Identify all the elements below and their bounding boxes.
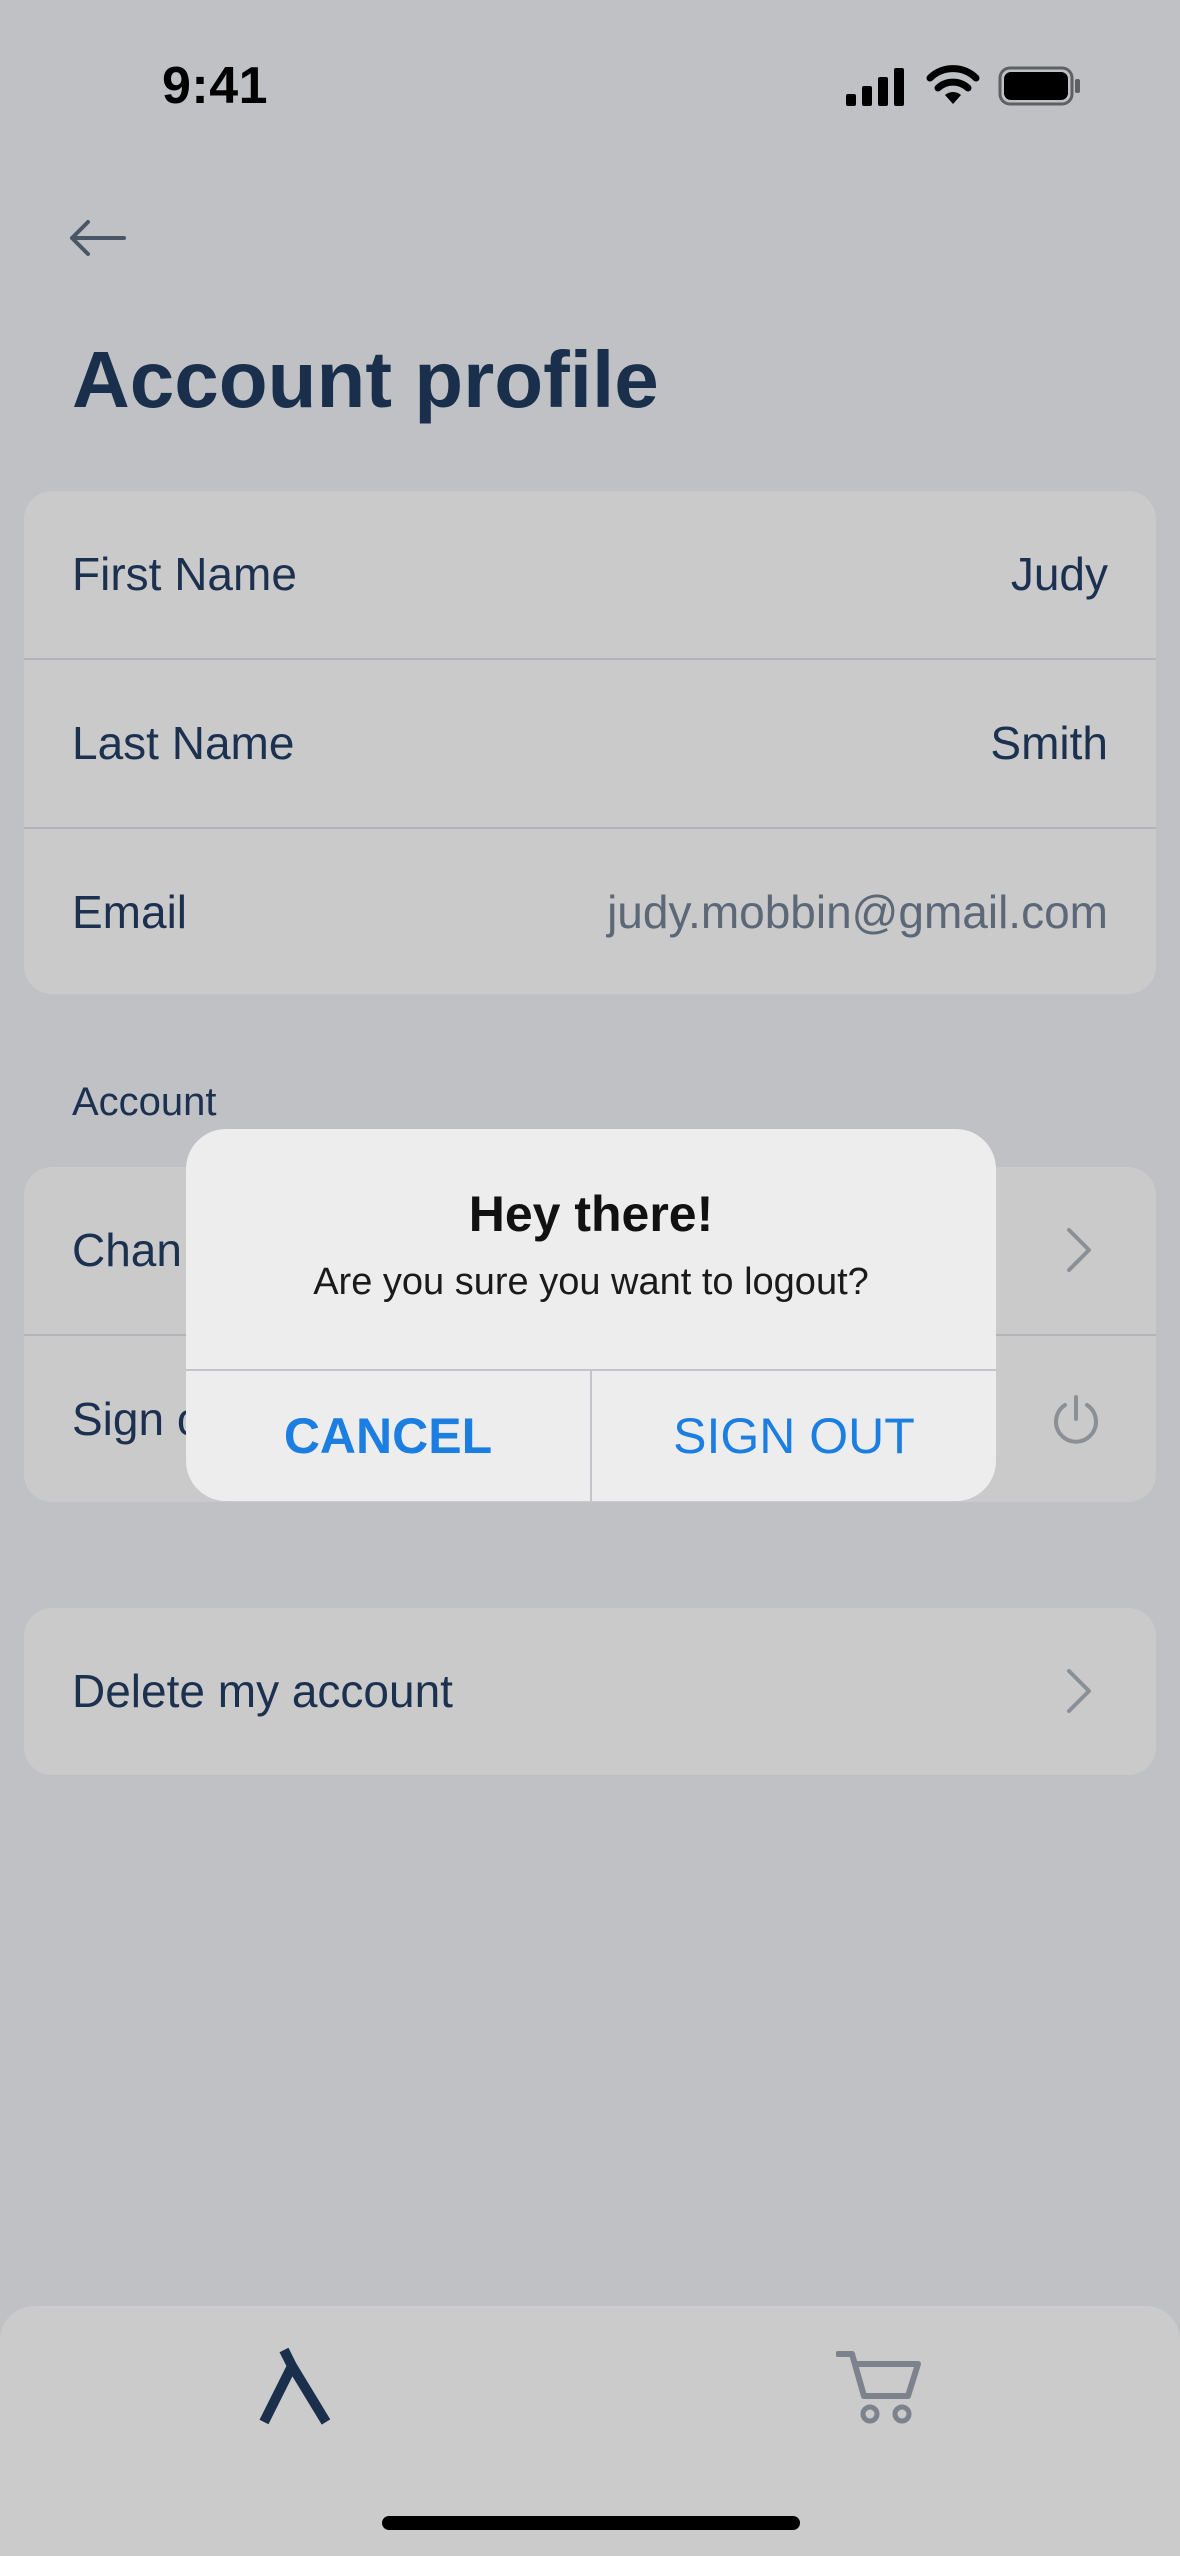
email-value: judy.mobbin@gmail.com — [607, 886, 1108, 938]
battery-icon — [998, 66, 1080, 106]
chevron-right-icon — [1067, 1669, 1091, 1713]
dialog-message: Are you sure you want to logout? — [313, 1261, 869, 1303]
first-name-row[interactable]: First Name Judy — [24, 491, 1156, 660]
cart-icon[interactable] — [836, 2346, 924, 2426]
email-row[interactable]: Email judy.mobbin@gmail.com — [24, 829, 1156, 994]
sign-out-button[interactable]: SIGN OUT — [592, 1371, 996, 1501]
last-name-label: Last Name — [72, 717, 295, 769]
lambda-icon[interactable] — [258, 2346, 332, 2426]
home-indicator — [382, 2516, 800, 2530]
profile-card: First Name Judy Last Name Smith Email ju… — [24, 491, 1156, 994]
change-password-label: Chan — [72, 1224, 182, 1276]
first-name-label: First Name — [72, 548, 297, 600]
dialog-title: Hey there! — [468, 1186, 714, 1242]
logout-dialog: Hey there! Are you sure you want to logo… — [186, 1129, 996, 1501]
cancel-button[interactable]: CANCEL — [186, 1371, 590, 1501]
power-icon — [1054, 1395, 1098, 1444]
first-name-value: Judy — [1010, 548, 1108, 600]
status-bar: 9:41 — [0, 0, 1180, 170]
page-title: Account profile — [72, 335, 659, 424]
account-section-label: Account — [72, 1080, 217, 1124]
delete-card: Delete my account — [24, 1608, 1156, 1775]
wifi-icon — [926, 65, 980, 104]
email-label: Email — [72, 886, 188, 938]
last-name-row[interactable]: Last Name Smith — [24, 660, 1156, 829]
arrow-left-icon[interactable] — [64, 210, 130, 266]
chevron-right-icon — [1067, 1228, 1091, 1272]
status-time: 9:41 — [162, 57, 269, 115]
cellular-signal-icon — [846, 68, 904, 106]
delete-account-row[interactable]: Delete my account — [24, 1608, 1156, 1775]
sign-out-label: Sign o — [72, 1393, 203, 1445]
delete-account-label: Delete my account — [72, 1665, 453, 1717]
last-name-value: Smith — [990, 717, 1108, 769]
